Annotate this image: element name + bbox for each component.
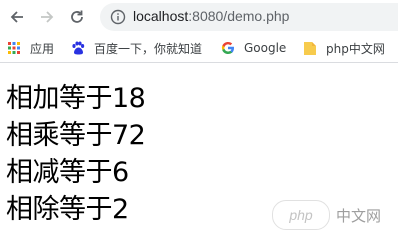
baidu-paw-icon bbox=[70, 40, 86, 56]
address-bar[interactable]: localhost:8080/demo.php bbox=[100, 3, 398, 31]
info-icon[interactable] bbox=[110, 9, 126, 25]
bookmark-google[interactable]: Google bbox=[220, 39, 286, 57]
bookmark-apps[interactable]: 应用 bbox=[6, 39, 54, 57]
google-g-icon bbox=[220, 40, 236, 56]
bookmark-baidu[interactable]: 百度一下，你就知道 bbox=[70, 39, 202, 57]
folder-icon bbox=[302, 40, 318, 56]
php-logo: php bbox=[272, 200, 330, 230]
bookmarks-bar: 应用 百度一下，你就知道 Google php中文网 bbox=[0, 34, 398, 63]
url-path: :8080/demo.php bbox=[188, 8, 290, 24]
bookmark-label: php中文网 bbox=[326, 41, 385, 56]
watermark-text: 中文网 bbox=[336, 206, 382, 225]
result-line: 相乘等于72 bbox=[6, 120, 146, 151]
url-text[interactable]: localhost:8080/demo.php bbox=[133, 8, 289, 24]
browser-toolbar: localhost:8080/demo.php bbox=[0, 0, 398, 34]
forward-button[interactable] bbox=[36, 6, 58, 28]
bookmark-label: 应用 bbox=[30, 41, 55, 56]
apps-grid-icon bbox=[6, 40, 22, 56]
arrow-left-icon bbox=[10, 11, 23, 23]
url-host: localhost bbox=[133, 8, 189, 24]
page-content: 相加等于18 相乘等于72 相减等于6 相除等于2 bbox=[6, 80, 146, 228]
bookmark-label: Google bbox=[244, 41, 287, 55]
result-line: 相加等于18 bbox=[6, 83, 146, 114]
result-line: 相减等于6 bbox=[6, 157, 129, 188]
bookmark-label: 百度一下，你就知道 bbox=[94, 41, 203, 56]
reload-button[interactable] bbox=[66, 6, 88, 28]
back-button[interactable] bbox=[6, 6, 28, 28]
bookmark-php[interactable]: php中文网 bbox=[302, 39, 385, 57]
reload-icon bbox=[71, 10, 83, 23]
arrow-right-icon bbox=[41, 11, 54, 23]
result-line: 相除等于2 bbox=[6, 194, 129, 225]
php-logo-text: php bbox=[289, 207, 313, 223]
watermark: php 中文网 bbox=[272, 200, 381, 230]
